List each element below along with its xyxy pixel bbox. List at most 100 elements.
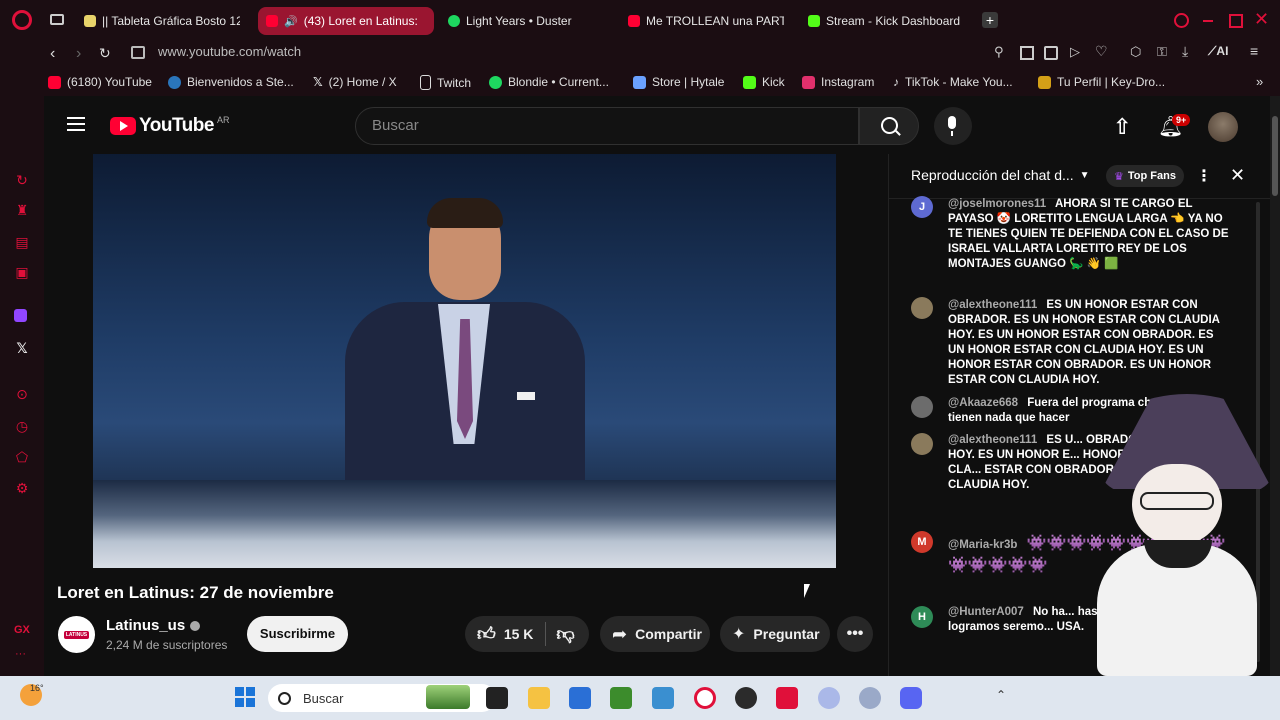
close-window-button[interactable]: ✕ [1254, 9, 1269, 30]
top-fans-badge[interactable]: ♛ Top Fans [1106, 165, 1184, 187]
opera-gx-icon[interactable] [694, 687, 716, 709]
gx-corner-icon[interactable]: ♜ [14, 202, 30, 218]
hamburger-menu-icon[interactable] [67, 117, 85, 131]
extensions-icon[interactable]: ⬠ [14, 449, 30, 465]
share-button[interactable]: ➦ Compartir [600, 616, 710, 652]
vtuber-app-icon[interactable] [818, 687, 840, 709]
chat-author[interactable]: @Akaaze668 [948, 397, 1018, 409]
search-highlight-icon[interactable] [426, 685, 470, 709]
chat-author[interactable]: @Maria-kr3b [948, 539, 1017, 551]
back-icon[interactable]: ‹ [50, 45, 55, 63]
tab-2[interactable]: Light Years • Duster [440, 7, 612, 35]
gx-control-icon[interactable]: ▤ [14, 234, 30, 250]
search-tabs-icon[interactable] [1174, 13, 1189, 28]
tab-3[interactable]: Me TROLLEAN una PARTI [620, 7, 792, 35]
messenger-icon[interactable]: ▣ [14, 264, 30, 280]
more-icon: ••• [846, 625, 864, 642]
bookmark-blondie[interactable]: Blondie • Current... [489, 75, 609, 89]
bookmark-keydrop[interactable]: Tu Perfil | Key-Dro... [1038, 75, 1165, 89]
youtube-logo[interactable]: YouTube AR [110, 115, 229, 137]
bookmark-tiktok[interactable]: ♪ TikTok - Make You... [893, 75, 1013, 89]
avatar[interactable] [1208, 112, 1238, 142]
tray-chevron-up-icon[interactable]: ⌃ [996, 688, 1006, 702]
bookmark-instagram[interactable]: Instagram [802, 75, 874, 89]
speaker-icon[interactable]: 🔊 [284, 15, 298, 28]
upload-icon[interactable]: ⇧ [1113, 114, 1131, 140]
chat-author[interactable]: @HunterA007 [948, 606, 1024, 618]
youtube-favicon-icon [628, 15, 640, 27]
dislike-button[interactable]: 👎︎ [546, 623, 574, 645]
settings-icon[interactable]: ⚙ [14, 480, 30, 496]
channel-name[interactable]: Latinus_us [106, 617, 201, 634]
tab-overview-icon[interactable] [50, 14, 64, 25]
sidebar-more-icon[interactable]: ··· [15, 648, 26, 660]
snapshot-icon[interactable] [1020, 46, 1034, 60]
lock-icon[interactable] [131, 46, 145, 59]
subscribe-button[interactable]: Suscribirme [247, 616, 348, 652]
tiktok-live-icon[interactable] [776, 687, 798, 709]
gx-label[interactable]: GX [14, 624, 30, 636]
tab-0[interactable]: || Tableta Gráfica Bosto 12 [76, 7, 248, 35]
opera-logo-icon[interactable] [12, 10, 32, 30]
player-icon[interactable]: ⊙ [14, 386, 30, 402]
ask-button[interactable]: ✦ Preguntar [720, 616, 830, 652]
heart-icon[interactable]: ♡ [1095, 43, 1108, 60]
store-icon[interactable] [569, 687, 591, 709]
new-tab-button[interactable]: + [982, 12, 998, 28]
maximize-button[interactable] [1229, 14, 1243, 28]
like-button[interactable]: 👍︎ 15 K [465, 623, 533, 645]
tab-4[interactable]: Stream - Kick Dashboard [800, 7, 972, 35]
channel-avatar-text: LATINUS [63, 630, 90, 639]
download-icon[interactable]: ⤓ [1182, 43, 1188, 60]
play-icon[interactable]: ▷ [1070, 44, 1080, 60]
bookmark-kick[interactable]: Kick [743, 75, 785, 89]
page-scrollbar[interactable] [1270, 96, 1280, 676]
extensions-icon[interactable]: ⬡ [1130, 44, 1141, 60]
tab-1[interactable]: 🔊 (43) Loret en Latinus: [258, 7, 434, 35]
bookmark-icon[interactable]: ⚲ [994, 44, 1004, 60]
url-text[interactable]: www.youtube.com/watch [158, 44, 301, 59]
bookmarks-more-icon[interactable]: » [1256, 74, 1263, 89]
bookmark-hytale[interactable]: Store | Hytale [633, 75, 724, 89]
ai-button[interactable]: ⟋AI [1208, 44, 1228, 59]
chat-author[interactable]: @joselmorones11 [948, 198, 1046, 210]
chat-author[interactable]: @alextheone111 [948, 299, 1037, 311]
chat-menu-icon[interactable]: ⋮ [1196, 166, 1212, 186]
reload-icon[interactable]: ↻ [99, 45, 111, 62]
forward-icon[interactable]: › [76, 45, 81, 63]
twitch-icon[interactable] [14, 309, 27, 322]
bookmark-steam[interactable]: Bienvenidos a Ste... [168, 75, 294, 89]
close-chat-icon[interactable]: ✕ [1230, 165, 1245, 186]
x-icon[interactable]: 𝕏 [14, 340, 30, 356]
menu-icon[interactable]: ≡ [1250, 43, 1258, 59]
chat-author[interactable]: @alextheone111 [948, 434, 1037, 446]
photos-icon[interactable] [652, 687, 674, 709]
discord-icon[interactable] [900, 687, 922, 709]
file-explorer-icon[interactable] [528, 687, 550, 709]
opera-sidebar: ↻ ♜ ▤ ▣ 𝕏 ⊙ ◷ ⬠ ⚙ GX ··· [0, 96, 44, 676]
search-button[interactable] [859, 107, 919, 145]
bookmark-youtube[interactable]: (6180) YouTube [48, 75, 152, 89]
bookmark-twitch[interactable]: Twitch [420, 75, 471, 90]
bookmark-x[interactable]: 𝕏 (2) Home / X [313, 75, 397, 89]
minimize-button[interactable] [1203, 20, 1213, 22]
start-button[interactable] [235, 687, 255, 707]
search-input[interactable]: Buscar [355, 107, 859, 145]
news-desk [93, 480, 836, 568]
wallet-icon[interactable]: ⚿ [1157, 44, 1167, 60]
tool-app-icon[interactable] [859, 687, 881, 709]
windows-taskbar [0, 676, 1280, 720]
chat-title[interactable]: Reproducción del chat d... ▼ [911, 167, 1090, 183]
history-icon[interactable]: ◷ [14, 418, 30, 434]
speed-dial-icon[interactable]: ↻ [14, 172, 30, 188]
terminal-icon[interactable] [486, 687, 508, 709]
voice-search-button[interactable] [934, 107, 972, 145]
scroll-thumb[interactable] [1272, 116, 1278, 196]
thumbs-down-icon: 👎︎ [556, 624, 575, 644]
windows-logo-tile [235, 698, 244, 707]
obs-icon[interactable] [735, 687, 757, 709]
more-actions-button[interactable]: ••• [837, 616, 873, 652]
minecraft-icon[interactable] [610, 687, 632, 709]
adblock-icon[interactable] [1044, 46, 1058, 60]
channel-avatar[interactable]: LATINUS [58, 616, 95, 653]
